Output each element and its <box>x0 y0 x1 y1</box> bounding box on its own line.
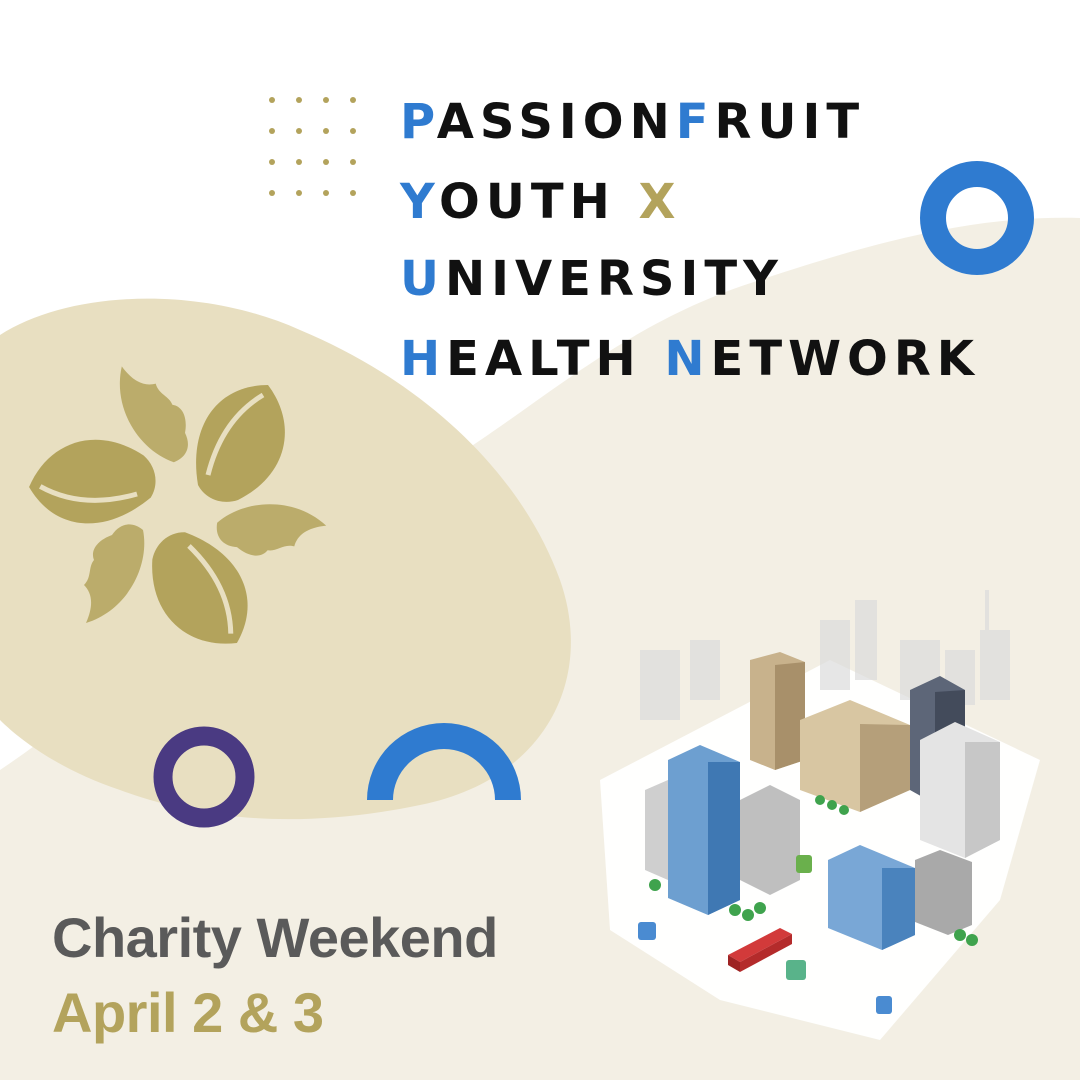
title-text: EALTH <box>446 331 665 387</box>
grid-dot <box>296 159 302 165</box>
title-initial: P <box>400 94 437 150</box>
dot-grid-icon <box>269 97 356 196</box>
grid-dot <box>323 190 329 196</box>
event-date: April 2 & 3 <box>52 981 324 1044</box>
grid-dot <box>269 190 275 196</box>
grid-dot <box>350 190 356 196</box>
grid-dot <box>350 128 356 134</box>
title-initial: H <box>400 331 447 387</box>
grid-dot <box>269 97 275 103</box>
event-name: Charity Weekend <box>52 906 498 969</box>
title-line-passionfruit: PASSIONFRUIT <box>400 98 865 146</box>
grid-dot <box>296 190 302 196</box>
title-text: RUIT <box>714 94 866 150</box>
title-initial: U <box>400 251 445 307</box>
grid-dot <box>269 128 275 134</box>
grid-dot <box>296 128 302 134</box>
title-initial: F <box>675 94 715 150</box>
grid-dot <box>323 128 329 134</box>
grid-dot <box>323 97 329 103</box>
grid-dot <box>296 97 302 103</box>
grid-dot <box>350 97 356 103</box>
title-text: ASSION <box>436 94 676 150</box>
title-initial: Y <box>400 174 440 230</box>
title-line-university: UNIVERSITY <box>400 255 784 303</box>
grid-dot <box>269 159 275 165</box>
title-text: OUTH <box>439 174 639 230</box>
title-initial: N <box>664 331 711 387</box>
title-text: NIVERSITY <box>444 251 784 307</box>
title-line-youth: YOUTH X <box>400 178 681 226</box>
title-line-health-network: HEALTH NETWORK <box>400 335 980 383</box>
title-text: ETWORK <box>710 331 980 387</box>
grid-dot <box>323 159 329 165</box>
grid-dot <box>350 159 356 165</box>
title-x-mark: X <box>638 174 682 230</box>
